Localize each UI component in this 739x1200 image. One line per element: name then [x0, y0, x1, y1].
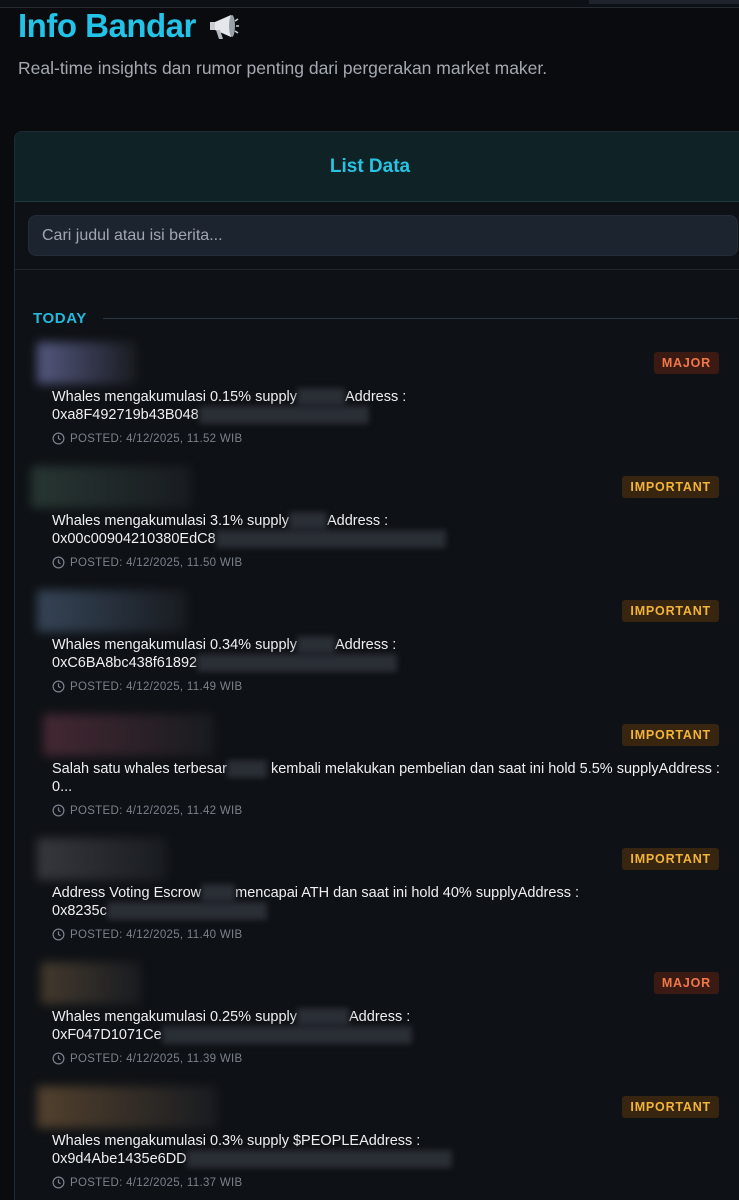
posted-label: POSTED: 4/12/2025, 11.37 WIB: [70, 1176, 243, 1189]
avatar: [31, 466, 191, 508]
item-text-a: Address Voting Escrow: [52, 885, 202, 901]
redacted-block: [297, 1008, 350, 1026]
item-text: Address Voting Escrow mencapai ATH dan sa…: [52, 884, 722, 920]
item-text: Whales mengakumulasi 0.25% supply Address…: [52, 1008, 722, 1044]
clock-icon: [52, 928, 65, 941]
redacted-block: [215, 530, 446, 548]
redacted-block: [197, 654, 398, 672]
list-item[interactable]: IMPORTANT Salah satu whales terbesar kem…: [15, 714, 735, 834]
priority-badge: MAJOR: [653, 352, 719, 374]
clock-icon: [52, 556, 65, 569]
item-text-b: Address :: [326, 513, 389, 529]
list-item[interactable]: MAJOR Whales mengakumulasi 0.25% supply A…: [15, 962, 735, 1082]
priority-badge: IMPORTANT: [622, 848, 719, 870]
priority-badge: IMPORTANT: [622, 724, 719, 746]
item-text: Whales mengakumulasi 0.15% supply Address…: [52, 388, 722, 424]
redacted-block: [161, 1026, 412, 1044]
list-item[interactable]: IMPORTANT Whales mengakumulasi 3.1% supp…: [15, 466, 735, 586]
redacted-block: [201, 884, 236, 902]
priority-badge: IMPORTANT: [622, 476, 719, 498]
section-label: TODAY: [33, 310, 87, 327]
priority-badge: IMPORTANT: [622, 1096, 719, 1118]
posted-label: POSTED: 4/12/2025, 11.50 WIB: [70, 556, 243, 569]
clock-icon: [52, 1176, 65, 1189]
search-input[interactable]: [28, 215, 738, 256]
list-item[interactable]: IMPORTANT Address Voting Escrow mencapai …: [15, 838, 735, 958]
item-text-c: 0...: [52, 779, 73, 795]
clock-icon: [52, 804, 65, 817]
posted-label: POSTED: 4/12/2025, 11.42 WIB: [70, 804, 243, 817]
posted-label: POSTED: 4/12/2025, 11.40 WIB: [70, 928, 243, 941]
item-text-b: Address :: [345, 389, 407, 405]
posted-time: POSTED: 4/12/2025, 11.40 WIB: [52, 928, 242, 941]
redacted-block: [106, 902, 267, 920]
posted-time: POSTED: 4/12/2025, 11.52 WIB: [52, 432, 242, 445]
posted-time: POSTED: 4/12/2025, 11.49 WIB: [52, 680, 242, 693]
redacted-block: [297, 636, 336, 654]
page-subtitle: Real-time insights dan rumor penting dar…: [18, 58, 548, 78]
redacted-block: [297, 388, 346, 406]
top-bar-notch: [589, 0, 739, 4]
item-text-a: Whales mengakumulasi 0.15% supply: [52, 389, 298, 405]
item-text-a: Whales mengakumulasi 0.34% supply: [52, 637, 298, 653]
list-item[interactable]: IMPORTANT Whales mengakumulasi 0.3% supp…: [15, 1086, 735, 1200]
item-text-b: kembali melakukan pembelian dan saat ini…: [270, 761, 720, 777]
avatar: [37, 342, 137, 384]
redacted-block: [288, 512, 327, 530]
panel-header: List Data: [15, 132, 739, 202]
item-text-c: 0xa8F492719b43B048: [52, 407, 199, 423]
priority-badge: MAJOR: [653, 972, 719, 994]
megaphone-icon: [209, 15, 239, 39]
item-text-b: mencapai ATH dan saat ini hold 40% suppl…: [235, 885, 580, 901]
redacted-block: [198, 406, 369, 424]
item-text: Whales mengakumulasi 0.34% supply Address…: [52, 636, 722, 672]
list-panel: List Data TODAY MAJOR Whales mengakumula…: [14, 131, 739, 1200]
posted-label: POSTED: 4/12/2025, 11.49 WIB: [70, 680, 243, 693]
list-item[interactable]: IMPORTANT Whales mengakumulasi 0.34% sup…: [15, 590, 735, 710]
item-text-a: Whales mengakumulasi 0.25% supply: [52, 1009, 298, 1025]
search-bar: [15, 202, 739, 270]
title-row: Info Bandar: [18, 6, 547, 46]
posted-label: POSTED: 4/12/2025, 11.39 WIB: [70, 1052, 243, 1065]
item-text-c: 0xC6BA8bc438f61892: [52, 655, 198, 671]
posted-time: POSTED: 4/12/2025, 11.42 WIB: [52, 804, 242, 817]
posted-time: POSTED: 4/12/2025, 11.37 WIB: [52, 1176, 242, 1189]
posted-label: POSTED: 4/12/2025, 11.52 WIB: [70, 432, 243, 445]
clock-icon: [52, 1052, 65, 1065]
redacted-block: [226, 760, 267, 778]
section-header: TODAY: [33, 310, 738, 327]
item-text: Salah satu whales terbesar kembali melak…: [52, 760, 722, 796]
item-text-b: Address :: [335, 637, 397, 653]
item-text-c: 0x9d4Abe1435e6DD: [52, 1151, 187, 1167]
section-divider: [102, 318, 738, 319]
item-text-c: 0x8235c: [52, 903, 107, 919]
priority-badge: IMPORTANT: [622, 600, 719, 622]
list-item[interactable]: MAJOR Whales mengakumulasi 0.15% supply A…: [15, 342, 735, 462]
avatar: [37, 838, 167, 880]
item-text-b: Address :: [349, 1009, 411, 1025]
avatar: [41, 962, 141, 1004]
page-title: Info Bandar: [18, 7, 196, 44]
item-text-c: 0x00c00904210380EdC8: [52, 531, 216, 547]
item-text-a: Whales mengakumulasi 0.3% supply $PEOPLE…: [52, 1133, 421, 1149]
item-text-c: 0xF047D1071Ce: [52, 1027, 162, 1043]
item-text-a: Whales mengakumulasi 3.1% supply: [52, 513, 289, 529]
posted-time: POSTED: 4/12/2025, 11.39 WIB: [52, 1052, 242, 1065]
item-text-a: Salah satu whales terbesar: [52, 761, 227, 777]
avatar: [37, 590, 187, 632]
panel-title: List Data: [329, 155, 411, 177]
avatar: [43, 714, 213, 756]
clock-icon: [52, 680, 65, 693]
redacted-block: [186, 1150, 452, 1168]
item-text: Whales mengakumulasi 3.1% supply Address …: [52, 512, 722, 548]
clock-icon: [52, 432, 65, 445]
posted-time: POSTED: 4/12/2025, 11.50 WIB: [52, 556, 242, 569]
item-text: Whales mengakumulasi 0.3% supply $PEOPLE…: [52, 1132, 722, 1168]
avatar: [37, 1086, 217, 1128]
page-header: Info Bandar Real-time insights dan rumor…: [18, 6, 547, 79]
